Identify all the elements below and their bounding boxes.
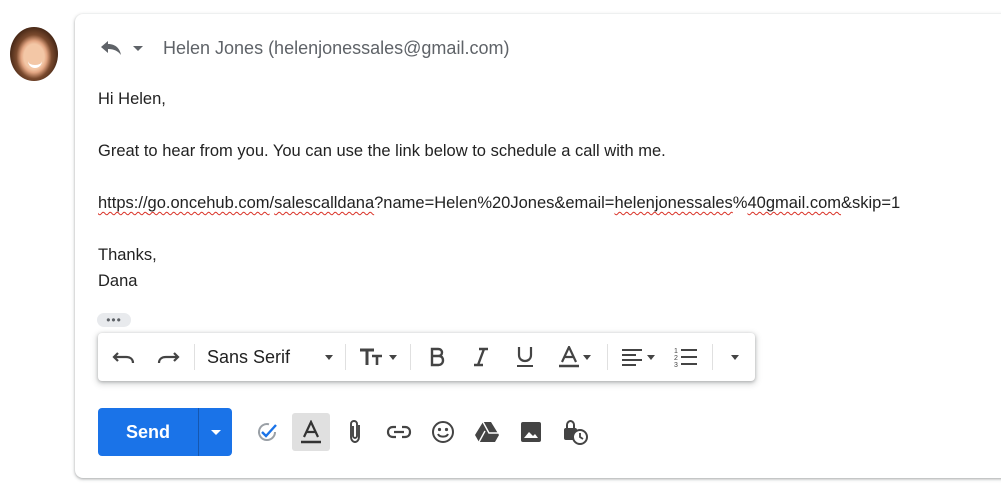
check-icon[interactable] [248, 413, 286, 451]
undo-icon[interactable] [102, 339, 146, 375]
photo-icon[interactable] [512, 413, 550, 451]
more-formatting-icon[interactable] [717, 339, 753, 375]
reply-header: Helen Jones (helenjonessales@gmail.com) [97, 36, 509, 60]
font-family-select[interactable]: Sans Serif [199, 339, 341, 375]
reply-icon[interactable] [97, 36, 125, 60]
svg-text:2: 2 [674, 355, 678, 362]
reply-type-caret-icon[interactable] [133, 45, 143, 51]
confidential-icon[interactable] [556, 413, 594, 451]
attach-icon[interactable] [336, 413, 374, 451]
chevron-down-icon [325, 354, 333, 360]
greeting: Hi Helen, [98, 90, 166, 108]
message-body[interactable]: Hi Helen, Great to hear from you. You ca… [98, 86, 900, 294]
recipient[interactable]: Helen Jones (helenjonessales@gmail.com) [163, 38, 509, 59]
scheduling-link: https://go.oncehub.com/salescalldana?nam… [98, 194, 901, 212]
bold-icon[interactable] [415, 339, 459, 375]
signoff-name: Dana [98, 272, 138, 290]
emoji-icon[interactable] [424, 413, 462, 451]
italic-icon[interactable] [459, 339, 503, 375]
font-size-icon[interactable] [350, 339, 406, 375]
signoff-thanks: Thanks, [98, 246, 157, 264]
message-card: Helen Jones (helenjonessales@gmail.com) … [75, 14, 1001, 478]
avatar [10, 27, 58, 81]
svg-text:3: 3 [674, 362, 678, 368]
numbered-list-icon[interactable]: 123 [664, 339, 708, 375]
svg-text:1: 1 [674, 348, 678, 355]
send-button[interactable]: Send [98, 408, 198, 456]
drive-icon[interactable] [468, 413, 506, 451]
font-family-label: Sans Serif [207, 346, 291, 367]
link-icon[interactable] [380, 413, 418, 451]
paragraph: Great to hear from you. You can use the … [98, 142, 666, 160]
underline-icon[interactable] [503, 339, 547, 375]
chevron-down-icon [210, 429, 221, 435]
formatting-toolbar: Sans Serif 123 [98, 333, 755, 381]
align-icon[interactable] [612, 339, 664, 375]
compose-actions: Send [98, 408, 594, 456]
redo-icon[interactable] [146, 339, 190, 375]
send-options-button[interactable] [198, 408, 232, 456]
show-trimmed-content-button[interactable]: ••• [97, 313, 131, 327]
formatting-toggle-icon[interactable] [292, 413, 330, 451]
text-color-icon[interactable] [547, 339, 603, 375]
